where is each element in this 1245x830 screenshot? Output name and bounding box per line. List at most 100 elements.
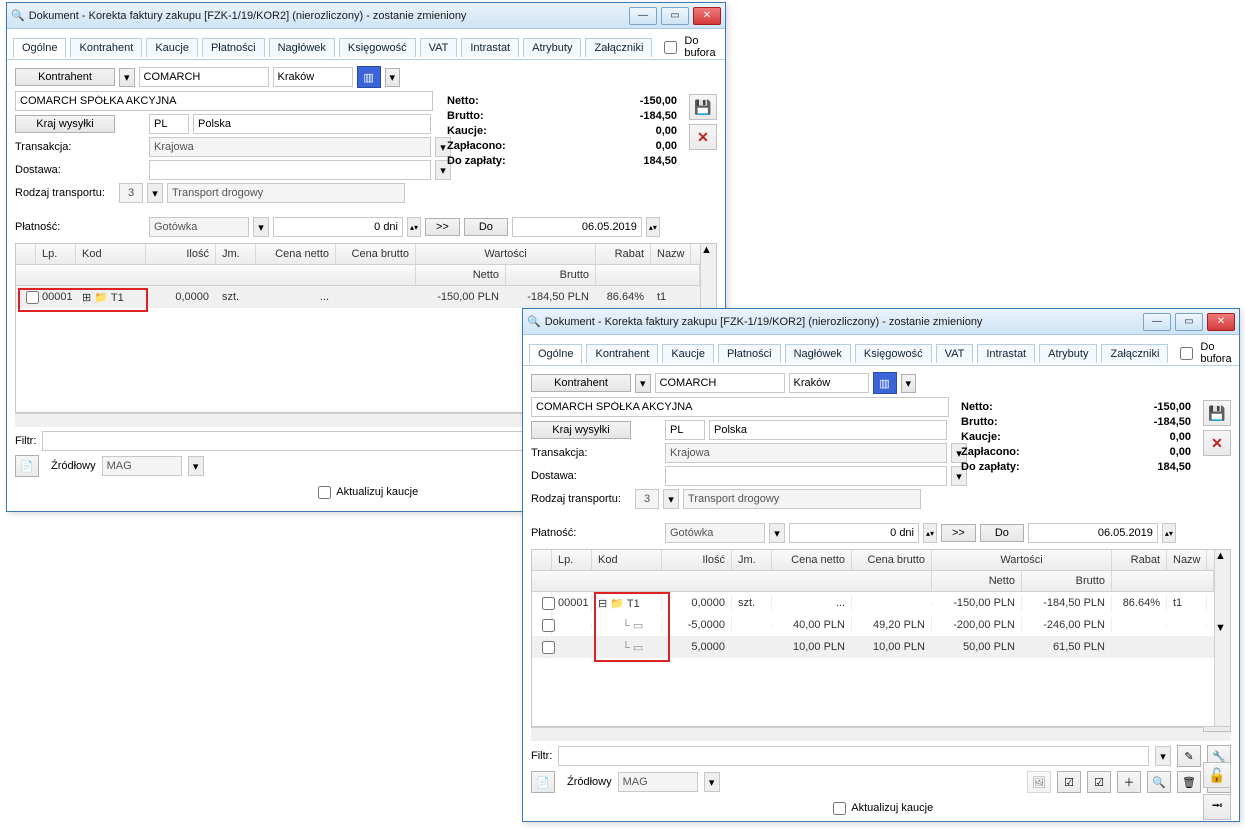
tab-intrastat[interactable]: Intrastat <box>461 38 519 57</box>
toolbar-search-icon[interactable]: 🔍 <box>1147 771 1171 793</box>
kraj-code-input[interactable] <box>149 114 189 134</box>
kontrahent-name-input[interactable] <box>531 397 949 417</box>
dropdown-icon[interactable]: ▾ <box>188 456 204 476</box>
do-button[interactable]: Do <box>464 218 508 236</box>
bufor-checkbox-input[interactable] <box>1180 347 1193 360</box>
bufor-checkbox[interactable]: Do bufora <box>660 35 715 59</box>
stepper-icon[interactable]: ▴▾ <box>646 217 660 237</box>
col-ilosc[interactable]: Ilość <box>662 550 732 570</box>
kontrahent-button[interactable]: Kontrahent <box>15 68 115 86</box>
toolbar-add-icon[interactable]: ＋ <box>1117 771 1141 793</box>
col-jm[interactable]: Jm. <box>732 550 772 570</box>
col-ilosc[interactable]: Ilość <box>146 244 216 264</box>
kontrahent-lookup-icon[interactable]: ▥ <box>873 372 897 394</box>
kontrahent-lookup-menu[interactable]: ▾ <box>385 68 401 87</box>
tab-zalaczniki[interactable]: Załączniki <box>585 38 652 57</box>
exit-button[interactable]: ⭲ <box>1203 794 1231 820</box>
col-wartosci[interactable]: Wartości <box>416 244 596 264</box>
arrow-button[interactable]: >> <box>425 218 460 236</box>
kontrahent-lookup-menu[interactable]: ▾ <box>901 374 917 393</box>
tab-vat[interactable]: VAT <box>936 344 974 363</box>
kontrahent-code-input[interactable] <box>655 373 785 393</box>
col-wartnetto[interactable]: Netto <box>932 571 1022 591</box>
kontrahent-menu[interactable]: ▾ <box>119 68 135 87</box>
platnosc-dni-input[interactable] <box>789 523 919 543</box>
titlebar[interactable]: 🔍 Dokument - Korekta faktury zakupu [FZK… <box>7 3 725 29</box>
tab-ogolne[interactable]: Ogólne <box>529 344 582 364</box>
dostawa-input[interactable] <box>149 160 431 180</box>
col-rabat[interactable]: Rabat <box>596 244 651 264</box>
tab-vat[interactable]: VAT <box>420 38 458 57</box>
save-button[interactable]: 💾 <box>689 94 717 120</box>
delete-button[interactable]: ✕ <box>1203 430 1231 456</box>
col-nazwa[interactable]: Nazw <box>1167 550 1207 570</box>
dostawa-input[interactable] <box>665 466 947 486</box>
col-kod[interactable]: Kod <box>592 550 662 570</box>
aktualizuj-checkbox[interactable]: Aktualizuj kaucje <box>314 486 418 498</box>
tab-platnosci[interactable]: Płatności <box>202 38 265 57</box>
col-cenabrutto[interactable]: Cena brutto <box>336 244 416 264</box>
minimize-button[interactable]: — <box>629 7 657 25</box>
tab-kaucje[interactable]: Kaucje <box>662 344 714 363</box>
transakcja-select[interactable] <box>665 443 947 463</box>
expand-icon[interactable]: ⊞ <box>82 292 91 304</box>
filter-edit-icon[interactable]: ✎ <box>1177 745 1201 767</box>
items-grid[interactable]: Lp. Kod Ilość Jm. Cena netto Cena brutto… <box>531 549 1231 727</box>
aktualizuj-checkbox[interactable]: Aktualizuj kaucje <box>829 802 933 814</box>
tab-kaucje[interactable]: Kaucje <box>146 38 198 57</box>
close-button[interactable]: ✕ <box>1207 313 1235 331</box>
col-wartbrutto[interactable]: Brutto <box>506 265 596 285</box>
delete-button[interactable]: ✕ <box>689 124 717 150</box>
tab-zalaczniki[interactable]: Załączniki <box>1101 344 1168 363</box>
col-wartosci[interactable]: Wartości <box>932 550 1112 570</box>
do-button[interactable]: Do <box>980 524 1024 542</box>
rodzaj-code-input[interactable] <box>119 183 143 203</box>
kontrahent-city-input[interactable] <box>789 373 869 393</box>
col-cenanetto[interactable]: Cena netto <box>772 550 852 570</box>
tab-platnosci[interactable]: Płatności <box>718 344 781 363</box>
col-nazwa[interactable]: Nazw <box>651 244 691 264</box>
vertical-scrollbar[interactable]: ▲▼ <box>1214 550 1230 726</box>
kraj-button[interactable]: Kraj wysyłki <box>15 115 115 133</box>
stepper-icon[interactable]: ▴▾ <box>407 217 421 237</box>
tab-kontrahent[interactable]: Kontrahent <box>586 344 658 363</box>
tab-atrybuty[interactable]: Atrybuty <box>1039 344 1097 363</box>
col-lp[interactable]: Lp. <box>552 550 592 570</box>
mag-select[interactable] <box>618 772 698 792</box>
toolbar-btn-3[interactable]: ☑ <box>1087 771 1111 793</box>
dropdown-icon[interactable]: ▾ <box>147 183 163 203</box>
tab-atrybuty[interactable]: Atrybuty <box>523 38 581 57</box>
col-kod[interactable]: Kod <box>76 244 146 264</box>
filtr-input[interactable] <box>558 746 1149 766</box>
data-do-input[interactable] <box>512 217 642 237</box>
toolbar-trash-icon[interactable]: 🗑 <box>1177 771 1201 793</box>
bufor-checkbox-input[interactable] <box>664 41 677 54</box>
col-lp[interactable]: Lp. <box>36 244 76 264</box>
kontrahent-name-input[interactable] <box>15 91 433 111</box>
tab-ogolne[interactable]: Ogólne <box>13 38 66 58</box>
close-button[interactable]: ✕ <box>693 7 721 25</box>
table-row[interactable]: 00001 ⊟ 📁 T1 0,0000 szt. ... -150,00 PLN… <box>532 592 1214 614</box>
minimize-button[interactable]: — <box>1143 313 1171 331</box>
table-row[interactable]: └ ▭ -5,0000 40,00 PLN 49,20 PLN -200,00 … <box>532 614 1214 636</box>
col-wartbrutto[interactable]: Brutto <box>1022 571 1112 591</box>
dropdown-icon[interactable]: ▾ <box>663 489 679 509</box>
toolbar-btn-2[interactable]: ☑ <box>1057 771 1081 793</box>
lock-button[interactable]: 🔓 <box>1203 762 1231 788</box>
kontrahent-menu[interactable]: ▾ <box>635 374 651 393</box>
tab-naglowek[interactable]: Nagłówek <box>269 38 335 57</box>
platnosc-select[interactable] <box>665 523 765 543</box>
horizontal-scrollbar[interactable] <box>531 727 1231 741</box>
col-rabat[interactable]: Rabat <box>1112 550 1167 570</box>
toolbar-btn-1[interactable]: 🖼 <box>1027 771 1051 793</box>
col-wartnetto[interactable]: Netto <box>416 265 506 285</box>
table-row[interactable]: 00001 ⊞ 📁 T1 0,0000 szt. ... -150,00 PLN… <box>16 286 700 308</box>
titlebar[interactable]: 🔍 Dokument - Korekta faktury zakupu [FZK… <box>523 309 1239 335</box>
collapse-icon[interactable]: ⊟ <box>598 598 607 610</box>
platnosc-select[interactable] <box>149 217 249 237</box>
save-button[interactable]: 💾 <box>1203 400 1231 426</box>
col-jm[interactable]: Jm. <box>216 244 256 264</box>
mag-select[interactable] <box>102 456 182 476</box>
stepper-icon[interactable]: ▴▾ <box>1162 523 1176 543</box>
data-do-input[interactable] <box>1028 523 1158 543</box>
